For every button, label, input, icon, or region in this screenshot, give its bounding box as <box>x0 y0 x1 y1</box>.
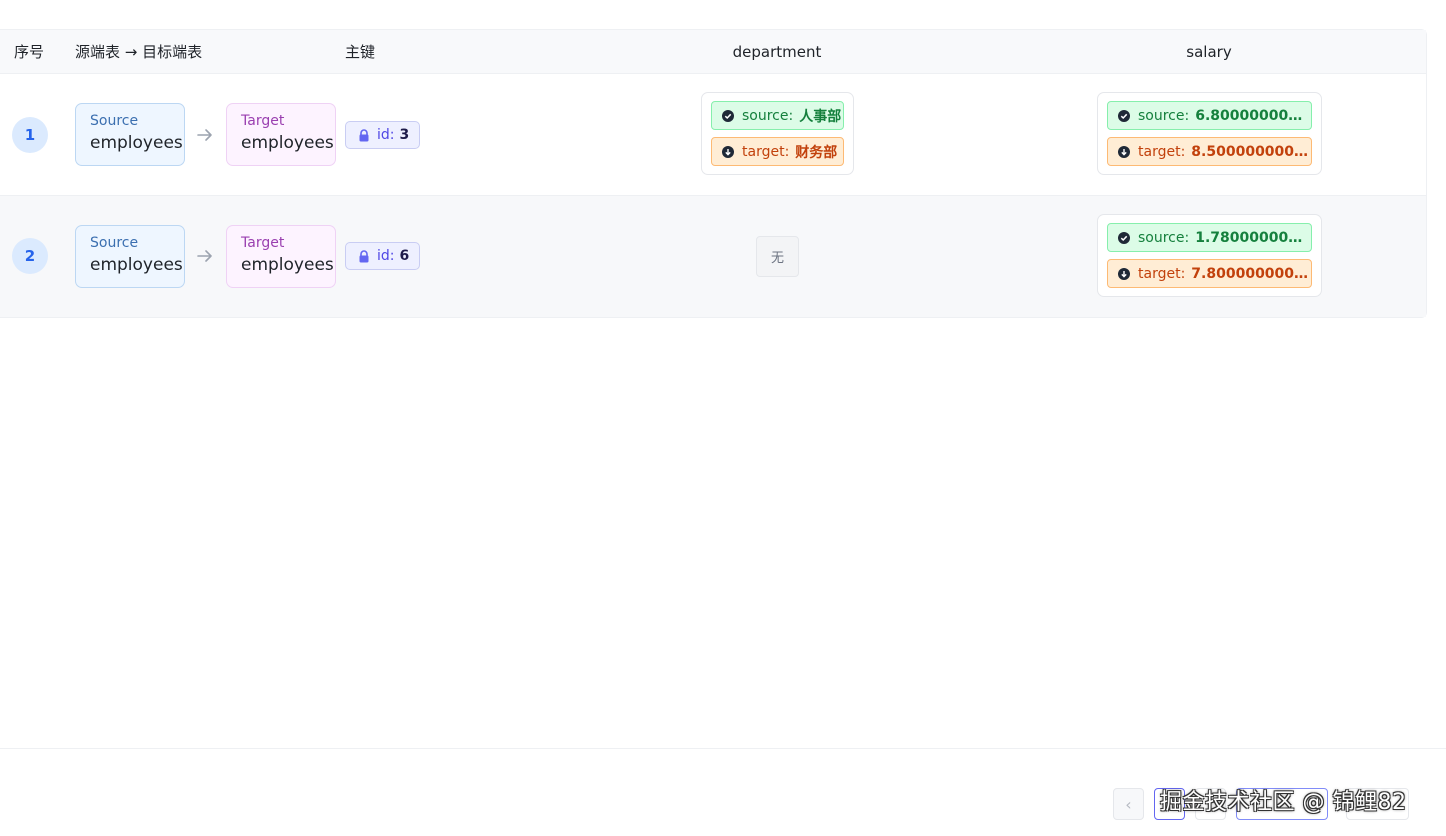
target-value-line: target: 7.8000000000... <box>1107 259 1312 288</box>
source-label: source: <box>742 107 794 124</box>
target-label: target: <box>1138 143 1186 160</box>
target-value-line: target: 8.5000000000... <box>1107 137 1312 166</box>
source-value: 人事部 <box>799 108 842 125</box>
source-value-line: source: 6.8000000000... <box>1107 101 1312 130</box>
primary-key-badge: id: 6 <box>345 242 420 270</box>
target-value-line: target: 财务部 <box>711 137 844 166</box>
arrow-down-circle-icon <box>1118 145 1130 158</box>
header-salary: salary <box>1186 43 1232 61</box>
check-circle-icon <box>1118 231 1130 244</box>
salary-diff: source: 1.7800000000... target: 7.800000… <box>1097 214 1322 297</box>
header-index: 序号 <box>14 43 45 61</box>
target-value: 7.8000000000... <box>1191 265 1311 282</box>
source-label: source: <box>1138 107 1190 124</box>
target-value: 8.5000000000... <box>1191 143 1311 160</box>
target-table-name: employees <box>241 255 334 275</box>
source-kind-label: Source <box>90 235 139 251</box>
salary-diff: source: 6.8000000000... target: 8.500000… <box>1097 92 1322 175</box>
table-header: 序号 源端表 → 目标端表 主键 department salary <box>0 30 1426 74</box>
lock-icon <box>359 249 369 262</box>
check-circle-icon <box>1118 109 1130 122</box>
header-primary-key: 主键 <box>345 43 376 61</box>
source-label: source: <box>1138 229 1190 246</box>
source-value-line: source: 1.7800000000... <box>1107 223 1312 252</box>
source-value: 6.8000000000... <box>1195 107 1311 124</box>
source-value: 1.7800000000... <box>1195 229 1311 246</box>
target-label: target: <box>742 143 790 160</box>
source-table-card: Source employees <box>75 103 185 166</box>
source-table-name: employees <box>90 133 183 153</box>
target-kind-label: Target <box>241 113 285 129</box>
check-circle-icon <box>722 109 734 122</box>
target-table-name: employees <box>241 133 334 153</box>
source-kind-label: Source <box>90 113 139 129</box>
source-table-card: Source employees <box>75 225 185 288</box>
lock-icon <box>359 128 369 141</box>
table-row: 2 Source employees Target employees id: … <box>0 196 1426 317</box>
pk-label: id: <box>377 248 395 264</box>
target-label: target: <box>1138 265 1186 282</box>
department-diff: source: 人事部 target: 财务部 <box>701 92 854 175</box>
header-mapping: 源端表 → 目标端表 <box>75 43 203 61</box>
row-index-badge: 2 <box>12 238 48 274</box>
empty-value-badge: 无 <box>756 236 799 277</box>
target-kind-label: Target <box>241 235 285 251</box>
footer-divider <box>0 748 1446 749</box>
watermark: 掘金技术社区 @ 锦鲤82 <box>1160 790 1407 815</box>
primary-key-badge: id: 3 <box>345 121 420 149</box>
pagination-prev-button[interactable]: ‹ <box>1113 788 1144 820</box>
target-value: 财务部 <box>795 144 838 161</box>
source-table-name: employees <box>90 255 183 275</box>
table-row: 1 Source employees Target employees id: … <box>0 74 1426 196</box>
pk-label: id: <box>377 127 395 143</box>
pk-value: 6 <box>399 248 410 264</box>
target-table-card: Target employees <box>226 103 336 166</box>
header-department: department <box>732 43 822 61</box>
target-table-card: Target employees <box>226 225 336 288</box>
source-value-line: source: 人事部 <box>711 101 844 130</box>
arrow-down-circle-icon <box>722 145 734 158</box>
arrow-right-icon <box>197 129 212 141</box>
arrow-down-circle-icon <box>1118 267 1130 280</box>
arrow-right-icon <box>197 250 212 262</box>
diff-table: 序号 源端表 → 目标端表 主键 department salary 1 Sou… <box>0 29 1427 318</box>
row-index-badge: 1 <box>12 117 48 153</box>
pk-value: 3 <box>399 127 410 143</box>
